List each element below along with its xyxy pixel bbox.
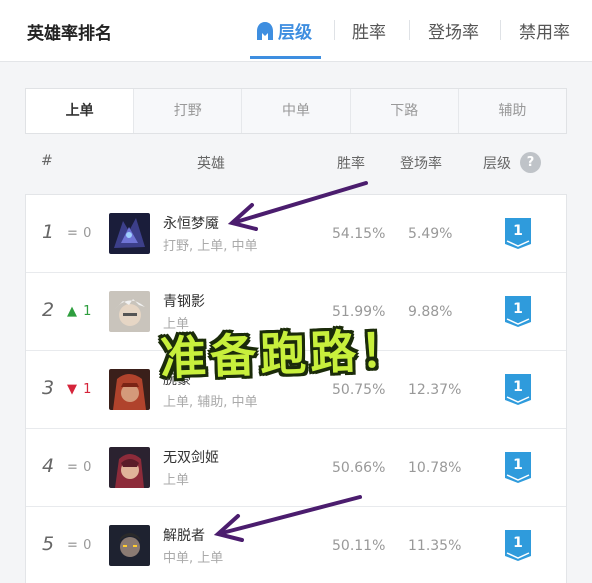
column-header-winrate[interactable]: 胜率 — [337, 153, 365, 173]
winrate-value: 50.66% — [332, 460, 386, 476]
overlay-caption: 准备跑路！ — [159, 322, 411, 386]
rank-change-icon: = — [67, 460, 78, 475]
tier-value: 1 — [513, 457, 523, 473]
rank-change: ▲ 1 — [67, 304, 91, 319]
hero-positions: 上单, 辅助, 中单 — [163, 395, 258, 410]
rank-number: 1 — [42, 221, 55, 243]
table-row[interactable]: 4 = 0 无双剑姬 上单 50.66% 10.78% 1 — [26, 429, 566, 507]
rank-change-icon: = — [67, 538, 78, 553]
tier-badge-icon: 1 — [504, 295, 532, 328]
page-title: 英雄率排名 — [27, 24, 112, 44]
winrate-value: 50.11% — [332, 538, 386, 554]
tier-badge-icon: 1 — [504, 451, 532, 484]
position-tab-top[interactable]: 上单 — [26, 89, 135, 133]
tier-value: 1 — [513, 301, 523, 317]
hero-avatar[interactable] — [109, 291, 150, 332]
active-tab-indicator — [250, 56, 321, 59]
tier-value: 1 — [513, 223, 523, 239]
tier-value: 1 — [513, 379, 523, 395]
tier-value: 1 — [513, 535, 523, 551]
hero-name[interactable]: 无双剑姬 — [163, 447, 219, 467]
tab-tier[interactable]: 层级 — [256, 18, 312, 46]
tab-tier-label: 层级 — [278, 23, 312, 43]
hero-name[interactable]: 青钢影 — [163, 291, 205, 311]
rank-change-value: 0 — [83, 538, 92, 553]
tab-banrate[interactable]: 禁用率 — [519, 18, 570, 43]
rank-change-icon: ▼ — [67, 382, 77, 397]
rank-change: = 0 — [67, 226, 91, 241]
rank-number: 3 — [42, 377, 55, 399]
column-header-pickrate[interactable]: 登场率 — [400, 153, 442, 173]
pickrate-value: 12.37% — [408, 382, 462, 398]
tab-divider — [409, 20, 410, 40]
tab-divider — [500, 20, 501, 40]
tab-divider — [334, 20, 335, 40]
hero-positions: 中单, 上单 — [163, 551, 224, 566]
rank-number: 5 — [42, 533, 55, 555]
hero-name[interactable]: 解脱者 — [163, 525, 205, 545]
tab-pickrate[interactable]: 登场率 — [428, 18, 479, 43]
pickrate-value: 9.88% — [408, 304, 453, 320]
rank-change-value: 0 — [83, 226, 92, 241]
hero-positions: 打野, 上单, 中单 — [163, 239, 258, 254]
pickrate-value: 11.35% — [408, 538, 462, 554]
position-tab-bot[interactable]: 下路 — [351, 89, 459, 133]
table-row[interactable]: 5 = 0 解脱者 中单, 上单 50.11% 11.35% 1 — [26, 507, 566, 583]
tier-badge-icon: 1 — [504, 529, 532, 562]
rank-change-value: 1 — [83, 304, 92, 319]
tier-badge-icon: 1 — [504, 373, 532, 406]
hero-avatar[interactable] — [109, 213, 150, 254]
tab-winrate[interactable]: 胜率 — [352, 18, 386, 43]
hero-positions: 上单 — [163, 473, 190, 488]
pickrate-value: 10.78% — [408, 460, 462, 476]
rank-change: = 0 — [67, 460, 91, 475]
column-header-tier[interactable]: 层级 — [483, 153, 511, 173]
rank-change-value: 0 — [83, 460, 92, 475]
rank-change: ▼ 1 — [67, 382, 91, 397]
rank-change: = 0 — [67, 538, 91, 553]
hero-table: 1 = 0 永恒梦魇 打野, 上单, 中单 54.15% 5.49% 1 2 ▲… — [25, 194, 567, 583]
rank-number: 2 — [42, 299, 55, 321]
rank-number: 4 — [42, 455, 55, 477]
rank-change-value: 1 — [83, 382, 92, 397]
tier-badge-icon: 1 — [504, 217, 532, 250]
pickrate-value: 5.49% — [408, 226, 453, 242]
help-icon[interactable]: ? — [520, 152, 541, 173]
table-row[interactable]: 1 = 0 永恒梦魇 打野, 上单, 中单 54.15% 5.49% 1 — [26, 195, 566, 273]
rank-change-icon: ▲ — [67, 304, 77, 319]
helmet-icon — [256, 21, 274, 46]
hero-name[interactable]: 永恒梦魇 — [163, 213, 219, 233]
winrate-value: 54.15% — [332, 226, 386, 242]
top-bar: 英雄率排名 层级 胜率 登场率 禁用率 — [0, 0, 592, 62]
rank-change-icon: = — [67, 226, 78, 241]
hero-avatar[interactable] — [109, 447, 150, 488]
column-header-hero: 英雄 — [197, 156, 225, 172]
position-tab-support[interactable]: 辅助 — [459, 89, 566, 133]
position-tabs: 上单 打野 中单 下路 辅助 — [25, 88, 567, 134]
column-header-rank: # — [41, 153, 53, 169]
winrate-value: 50.75% — [332, 382, 386, 398]
position-tab-mid[interactable]: 中单 — [242, 89, 351, 133]
hero-avatar[interactable] — [109, 525, 150, 566]
hero-avatar[interactable] — [109, 369, 150, 410]
position-tab-jungle[interactable]: 打野 — [134, 89, 243, 133]
